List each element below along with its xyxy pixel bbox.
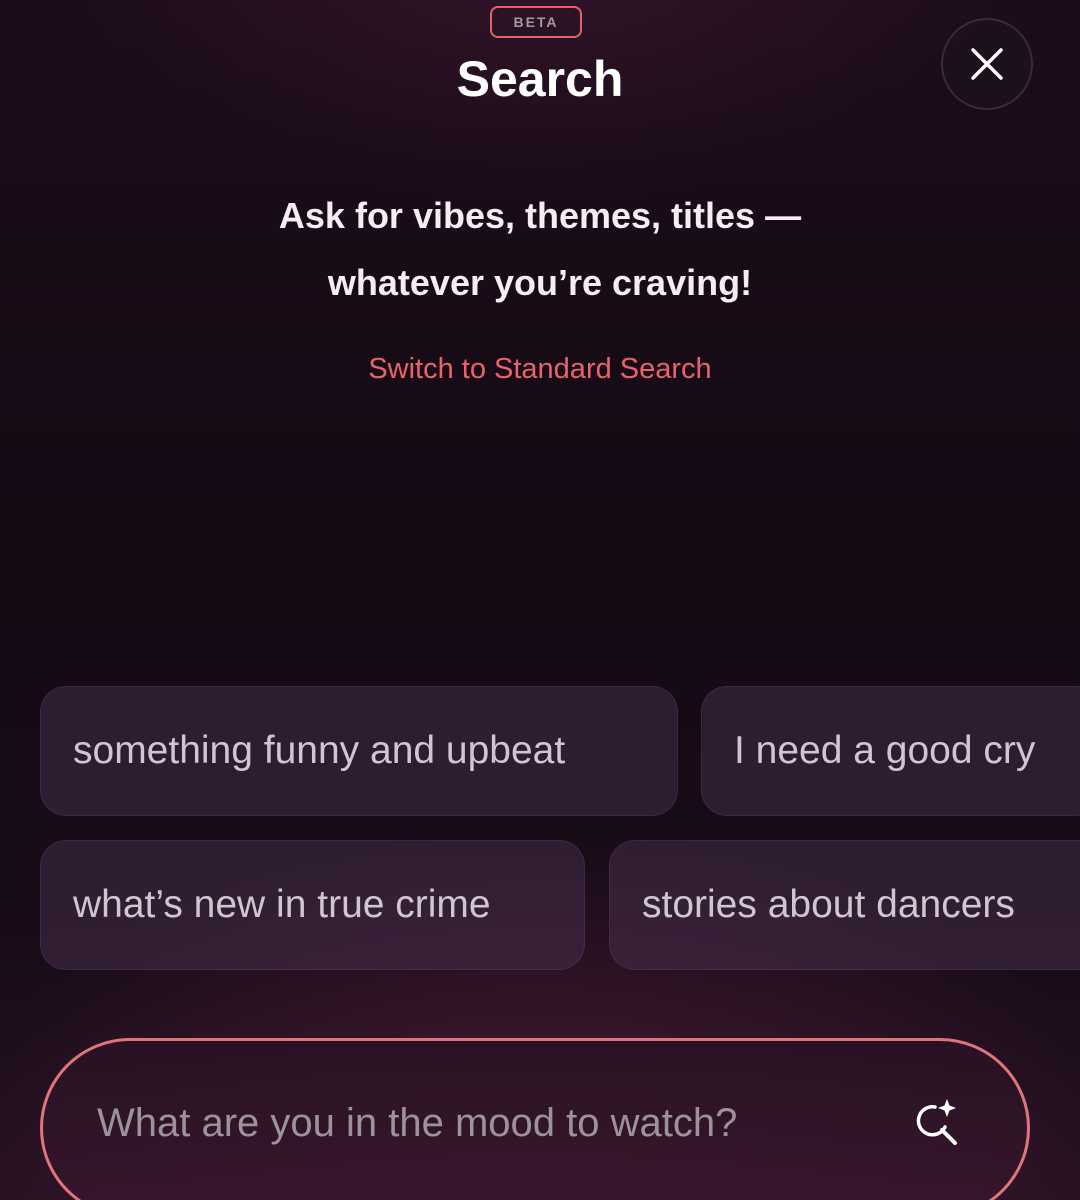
suggestion-chip-true-crime[interactable]: what’s new in true crime [40,840,585,970]
search-bar [40,1038,1030,1200]
suggestion-chip-dancers[interactable]: stories about dancers [609,840,1080,970]
close-button[interactable] [941,18,1033,110]
beta-badge: BETA [490,6,582,38]
switch-to-standard-search-link[interactable]: Switch to Standard Search [0,353,1080,386]
search-button[interactable] [903,1091,967,1155]
sparkle-search-icon [916,1099,957,1145]
intro-line-2: whatever you’re craving! [327,262,753,303]
search-input[interactable] [97,1100,903,1146]
intro-line-1: Ask for vibes, themes, titles — [278,195,802,236]
suggestion-chip-funny-upbeat[interactable]: something funny and upbeat [40,686,678,816]
close-icon [971,48,1003,80]
suggestion-chip-good-cry[interactable]: I need a good cry [701,686,1080,816]
page-title: Search [456,51,624,107]
